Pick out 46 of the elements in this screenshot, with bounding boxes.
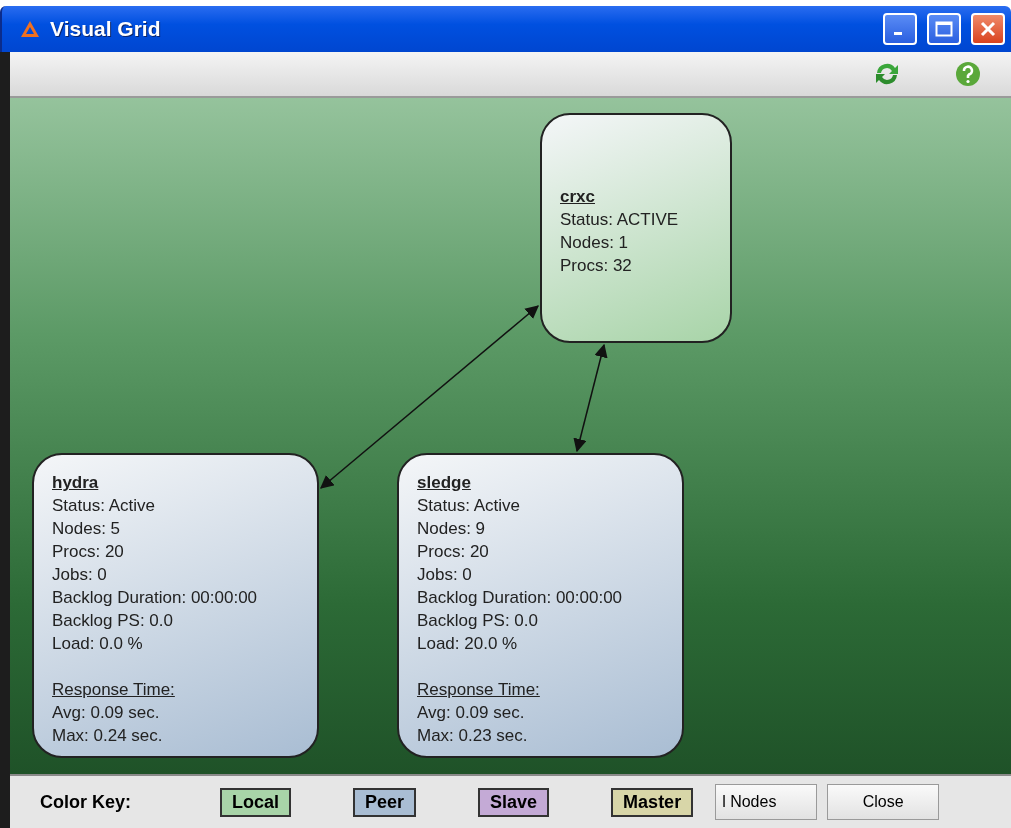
node-stat: Procs: 32 xyxy=(560,255,633,277)
node-card[interactable]: hydra Status: Active Nodes: 5 Procs: 20 Jobs: 0 Backlog Duration: 00:00:00 Backlog PS: 0.0 Load: 0.0 % Response Time: Avg: 0.09 sec. Max: 0.24 sec. xyxy=(32,453,319,758)
color-key-swatch: Slave xyxy=(478,787,550,817)
maximize-button[interactable] xyxy=(927,13,961,45)
node-stat: Nodes: 1 xyxy=(560,232,630,254)
node-card[interactable]: crxc Status: ACTIVE Nodes: 1 Procs: 32 xyxy=(540,113,732,343)
minimize-button[interactable] xyxy=(883,13,917,45)
node-stat: Jobs: 0 xyxy=(52,564,108,586)
close-button[interactable] xyxy=(971,13,1005,45)
help-icon[interactable] xyxy=(955,61,981,87)
color-key-swatch: Master xyxy=(611,787,694,817)
node-name: crxc xyxy=(560,186,596,208)
node-stat: Status: Active xyxy=(417,495,521,517)
node-stat: Nodes: 9 xyxy=(417,518,487,540)
response-heading: Response Time: xyxy=(52,679,176,701)
refresh-icon[interactable] xyxy=(873,61,901,87)
app-icon xyxy=(20,20,40,38)
node-stat: Load: 0.0 % xyxy=(52,633,144,655)
node-stat: Backlog Duration: 00:00:00 xyxy=(52,587,259,609)
node-stat: Procs: 20 xyxy=(52,541,125,563)
node-name: hydra xyxy=(52,472,100,494)
node-stat: Nodes: 5 xyxy=(52,518,122,540)
response-stat: Avg: 0.09 sec. xyxy=(52,702,161,724)
response-stat: Max: 0.24 sec. xyxy=(52,725,164,747)
color-key-swatch: Local xyxy=(220,787,291,817)
color-key-swatch: Peer xyxy=(353,787,417,817)
window-title: Visual Grid xyxy=(50,17,162,41)
color-key-label: Color Key: xyxy=(40,791,132,813)
maximize-icon xyxy=(935,21,953,37)
node-stat: Jobs: 0 xyxy=(417,564,473,586)
minimize-icon xyxy=(894,32,902,35)
response-stat: Max: 0.23 sec. xyxy=(417,725,529,747)
node-stat: Backlog PS: 0.0 xyxy=(417,610,539,632)
node-stat: Procs: 20 xyxy=(417,541,490,563)
node-stat: Load: 20.0 % xyxy=(417,633,519,655)
response-stat: Avg: 0.09 sec. xyxy=(417,702,526,724)
node-stat: Backlog Duration: 00:00:00 xyxy=(417,587,624,609)
node-stat: Backlog PS: 0.0 xyxy=(52,610,174,632)
node-card[interactable]: sledge Status: Active Nodes: 9 Procs: 20 Jobs: 0 Backlog Duration: 00:00:00 Backlog PS: 0.0 Load: 20.0 % Response Time: Avg: 0.09 sec. Max: 0.23 sec. xyxy=(397,453,684,758)
close-icon xyxy=(980,21,996,37)
node-stat: Status: Active xyxy=(52,495,156,517)
nodes-button[interactable]: l Nodes xyxy=(715,784,818,820)
node-stat: Status: ACTIVE xyxy=(560,209,680,231)
node-name: sledge xyxy=(417,472,472,494)
response-heading: Response Time: xyxy=(417,679,541,701)
close-dialog-button[interactable]: Close xyxy=(827,784,940,820)
